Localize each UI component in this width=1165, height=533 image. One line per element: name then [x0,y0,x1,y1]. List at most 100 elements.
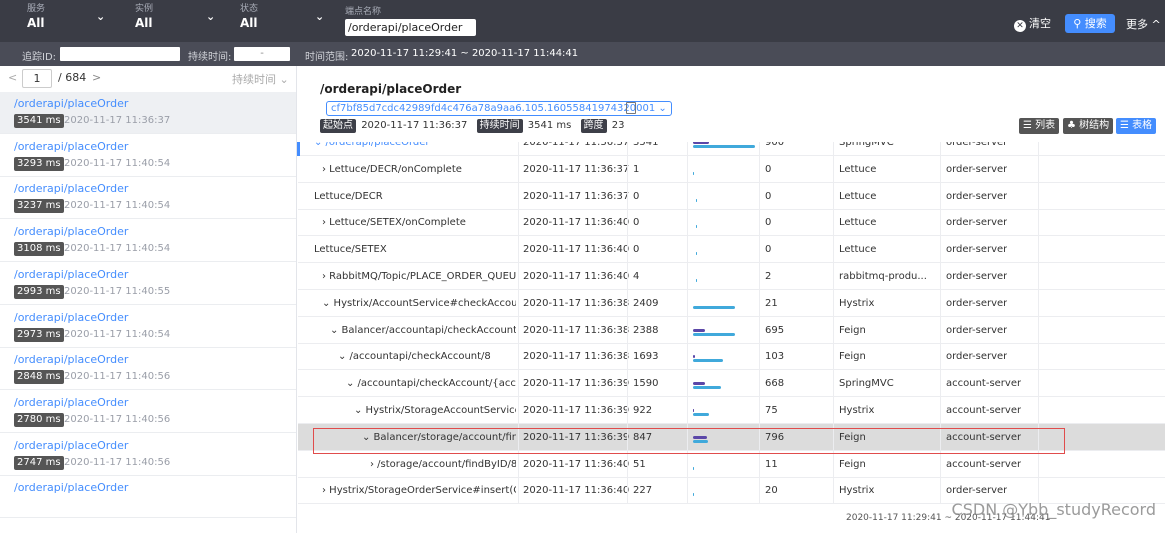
trace-timestamp: 2020-11-17 11:40:56 [64,413,171,425]
span-duration-bar [693,413,710,416]
instance-filter-label: 实例 [135,4,154,14]
span-exec-ms: 1590 [633,378,659,390]
span-row[interactable]: ⌄ Hystrix/AccountService#checkAccount(Se… [298,289,1165,317]
column-divider [833,182,834,210]
span-name: › Hystrix/StorageOrderService#insert(Ord… [322,485,516,497]
trace-list-item[interactable]: /orderapi/placeOrder 3237 ms 2020-11-17 11… [0,177,296,220]
trace-list-item[interactable]: /orderapi/placeOrder 2848 ms 2020-11-17 11… [0,348,296,391]
column-divider [518,236,519,264]
column-divider [518,289,519,317]
span-row[interactable]: Lettuce/SETEX 2020-11-17 11:36:40 0 0 Lettuc… [298,236,1165,264]
prev-page-button[interactable]: < [8,71,17,84]
column-divider [940,155,941,183]
column-divider [759,182,760,210]
column-divider [627,343,628,371]
view-list-button[interactable]: ☰ 列表 [1019,118,1060,134]
span-duration-bar [693,332,735,336]
column-divider [940,182,941,210]
trace-list-item[interactable]: /orderapi/placeOrder 2973 ms 2020-11-17 11… [0,306,296,348]
trace-list-item[interactable]: /orderapi/placeOrder [0,476,296,519]
column-divider [627,450,628,478]
span-application: order-server [946,351,1008,363]
column-divider [518,477,519,505]
span-row[interactable]: ⌄ /accountapi/checkAccount/8 2020-11-17 1… [298,343,1165,371]
span-self-ms: 0 [765,217,772,229]
column-divider [833,209,834,237]
instance-filter[interactable]: 实例 All [135,4,153,31]
trace-duration-badge: 2747 ms [14,455,64,470]
column-divider [518,343,519,371]
span-exec-ms: 2409 [633,297,659,309]
column-divider [518,263,519,290]
trace-list-item[interactable]: /orderapi/placeOrder 3541 ms 2020-11-17 11… [0,92,296,134]
span-row[interactable]: › /storage/account/findByID/8 2020-11-17 … [298,450,1165,478]
view-table-button[interactable]: ☰ 表格 [1116,118,1157,134]
trace-list-item[interactable]: /orderapi/placeOrder 2780 ms 2020-11-17 11… [0,391,296,433]
trace-duration-badge: 2780 ms [14,412,64,427]
trace-duration-badge: 3237 ms [14,199,64,214]
column-divider [687,316,688,344]
state-filter[interactable]: 状态 All [240,4,258,31]
time-range-value[interactable]: 2020-11-17 11:29:41 ~ 2020-11-17 11:44:4… [351,48,578,59]
trace-timestamp: 2020-11-17 11:40:55 [64,285,171,297]
advanced-filter-bar: 追踪ID: 持续时间: - 时间范围: 2020-11-17 11:29:41 … [0,42,1165,66]
span-row[interactable]: Lettuce/DECR 2020-11-17 11:36:37 0 0 Lettuce… [298,182,1165,210]
span-application: account-server [946,458,1022,470]
trace-list-item[interactable]: /orderapi/placeOrder 3108 ms 2020-11-17 11… [0,220,296,263]
span-duration-bar [693,386,721,390]
page-input[interactable]: 1 [22,69,52,88]
chevron-down-icon[interactable]: ⌄ [96,10,105,23]
sort-select[interactable]: 持续时间 ⌄ [232,71,289,87]
span-exec-ms: 922 [633,405,653,416]
copy-icon[interactable] [626,102,636,114]
view-tree-button[interactable]: ♣ 树结构 [1063,118,1114,134]
span-row[interactable]: ⌄ /accountapi/checkAccount/{accountId} 20… [298,370,1165,398]
column-divider [940,263,941,290]
clear-button[interactable]: ✕ 清空 [1014,15,1051,32]
span-application: order-server [946,163,1008,175]
duration-input[interactable]: - [234,47,290,61]
column-divider [687,142,688,156]
span-duration-bar [693,171,694,175]
column-divider [518,370,519,398]
span-row[interactable]: › Lettuce/DECR/onComplete 2020-11-17 11:3… [298,155,1165,183]
trace-list-item[interactable]: /orderapi/placeOrder 2993 ms 2020-11-17 11… [0,263,296,305]
trace-duration-badge: 2993 ms [14,284,64,299]
trace-list-item[interactable]: /orderapi/placeOrder 2747 ms 2020-11-17 11… [0,434,296,476]
table-icon: ☰ [1120,120,1129,131]
trace-id-input[interactable] [60,47,180,61]
chevron-down-icon[interactable]: ⌄ [206,10,215,23]
span-row[interactable]: › RabbitMQ/Topic/PLACE_ORDER_QUEUE_E... 2… [298,263,1165,290]
span-self-ms: 103 [765,351,785,363]
span-row[interactable]: ⌄ Hystrix/StorageAccountService#fin... 20… [298,397,1165,424]
trace-list-item[interactable]: /orderapi/placeOrder 3293 ms 2020-11-17 11… [0,135,296,177]
span-row[interactable]: › Lettuce/SETEX/onComplete 2020-11-17 11:… [298,209,1165,237]
span-component: Feign [839,351,866,363]
span-start-time: 2020-11-17 11:36:39 [523,405,630,416]
span-row[interactable]: ⌄ Balancer/accountapi/checkAccount/(acc.… [298,316,1165,344]
span-application: order-server [946,324,1008,336]
search-button[interactable]: ⚲ 搜索 [1065,14,1115,33]
span-duration-bar [696,279,698,282]
column-divider [518,397,519,424]
span-application: order-server [946,142,1008,148]
span-application: order-server [946,190,1008,202]
next-page-button[interactable]: > [92,71,101,84]
column-divider [687,155,688,183]
chevron-down-icon[interactable]: ⌄ [315,10,324,23]
trace-id-select[interactable]: cf7bf85d7cdc42989fd4c476a78a9aa6.105.160… [326,101,672,116]
service-filter[interactable]: 服务 All [27,4,45,31]
more-button[interactable]: 更多 ^ [1126,16,1161,32]
endpoint-input[interactable]: /orderapi/placeOrder [345,19,476,36]
column-divider [940,209,941,237]
column-divider [518,209,519,237]
trace-name: /orderapi/placeOrder [14,481,129,495]
span-self-ms: 11 [765,458,778,470]
column-divider [833,155,834,183]
span-row[interactable]: ⌄ /orderapi/placeOrder 2020-11-17 11:36:3… [298,142,1165,156]
view-list-label: 列表 [1035,120,1056,131]
row-marker [297,142,300,156]
column-divider [627,209,628,237]
column-divider [759,263,760,290]
span-start-time: 2020-11-17 11:36:40 [523,217,630,229]
